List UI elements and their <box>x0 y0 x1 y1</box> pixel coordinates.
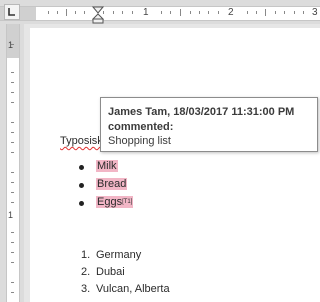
list-item[interactable]: Milk <box>96 160 118 172</box>
document-page[interactable]: Typosisk Milk Bread Eggs[T1] 1. Germany … <box>30 28 320 302</box>
list-item[interactable]: Germany <box>96 249 141 261</box>
list-number: 1. <box>81 249 91 261</box>
list-item[interactable]: Dubai <box>96 266 125 278</box>
comment-text: Shopping list <box>108 135 171 147</box>
list-item[interactable]: Eggs[T1] <box>96 196 134 208</box>
vertical-ruler[interactable]: 1 1 <box>0 24 24 302</box>
ruler-number: 1 <box>143 7 149 18</box>
list-number: 2. <box>81 266 91 278</box>
bullet-icon <box>79 183 84 188</box>
comment-tooltip: James Tam, 18/03/2017 11:31:00 PM commen… <box>100 97 318 152</box>
ruler-number: 3 <box>312 7 318 18</box>
bullet-icon <box>79 201 84 206</box>
first-line-indent-icon[interactable] <box>91 6 105 29</box>
list-number: 3. <box>81 283 91 295</box>
list-item[interactable]: Bread <box>96 178 128 190</box>
list-item-text: Eggs <box>97 196 123 208</box>
comment-author: James Tam, 18/03/2017 11:31:00 PM <box>108 106 295 118</box>
ruler-number: 2 <box>228 7 234 18</box>
ruler-track[interactable] <box>36 6 320 21</box>
misspelled-word[interactable]: Typosisk <box>60 135 103 147</box>
ruler-number: 1 <box>8 40 14 50</box>
ruler-number: 1 <box>8 210 14 220</box>
vertical-ruler-track[interactable] <box>6 58 20 302</box>
comment-verb: commented: <box>108 121 174 133</box>
bullet-icon <box>79 165 84 170</box>
list-item[interactable]: Vulcan, Alberta <box>96 283 170 295</box>
comment-reference[interactable]: [T1] <box>122 199 132 205</box>
tab-selector-icon[interactable] <box>4 4 20 20</box>
horizontal-ruler[interactable]: 1 2 3 <box>0 0 320 24</box>
